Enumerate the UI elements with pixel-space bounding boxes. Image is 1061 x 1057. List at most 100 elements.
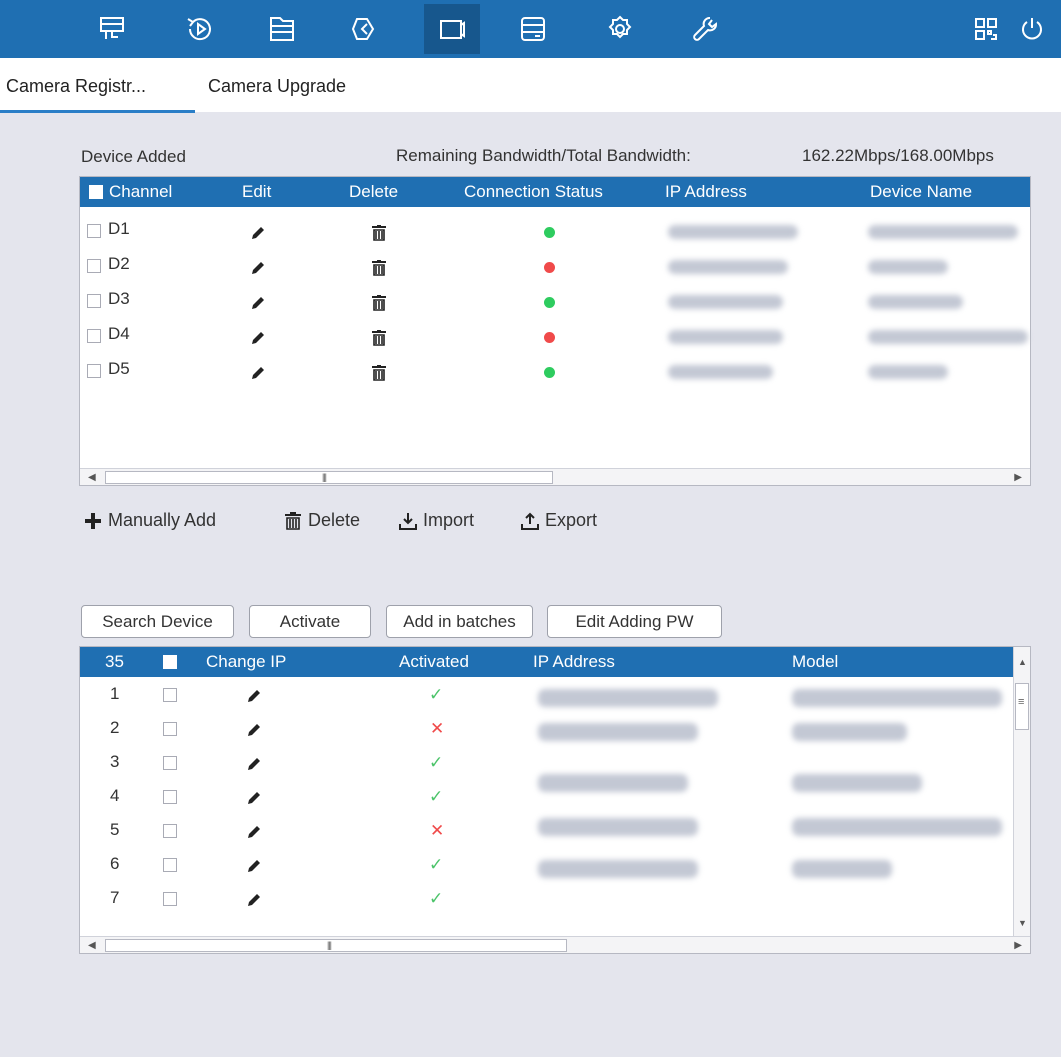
device-added-title: Device Added bbox=[81, 147, 186, 166]
power-icon[interactable] bbox=[1012, 9, 1052, 49]
change-ip-icon[interactable] bbox=[246, 688, 262, 704]
scroll-left-arrow-icon[interactable]: ◀ bbox=[88, 472, 96, 483]
change-ip-icon[interactable] bbox=[246, 858, 262, 874]
active-tab-indicator bbox=[0, 110, 195, 113]
row-checkbox[interactable] bbox=[163, 892, 177, 906]
status-offline-indicator bbox=[544, 332, 555, 343]
qr-code-icon[interactable] bbox=[966, 9, 1006, 49]
table-row[interactable]: 2 ✕ bbox=[80, 712, 1030, 746]
table-row[interactable]: D4 bbox=[80, 318, 1030, 353]
table-row[interactable]: D1 bbox=[80, 213, 1030, 248]
scrollbar-thumb[interactable]: ≡ bbox=[1015, 683, 1029, 730]
tab-camera-upgrade[interactable]: Camera Upgrade bbox=[208, 76, 346, 97]
scrollbar-thumb[interactable] bbox=[105, 939, 567, 952]
import-label: Import bbox=[423, 510, 475, 530]
back-icon[interactable] bbox=[345, 9, 385, 49]
table-row[interactable]: 6 ✓ bbox=[80, 848, 1030, 882]
delete-icon[interactable] bbox=[372, 225, 386, 241]
edit-icon[interactable] bbox=[250, 225, 266, 241]
playback-icon[interactable] bbox=[180, 9, 220, 49]
delete-icon[interactable] bbox=[372, 260, 386, 276]
row-index: 5 bbox=[110, 820, 120, 839]
edit-adding-pw-button[interactable]: Edit Adding PW bbox=[547, 605, 722, 638]
search-device-button[interactable]: Search Device bbox=[81, 605, 234, 638]
ip-address-blurred bbox=[538, 860, 698, 878]
change-ip-icon[interactable] bbox=[246, 824, 262, 840]
col-channel: Channel bbox=[109, 182, 173, 201]
scrollbar-thumb[interactable] bbox=[105, 471, 553, 484]
camera-icon[interactable] bbox=[424, 4, 480, 54]
row-checkbox[interactable] bbox=[87, 259, 101, 273]
device-name-blurred bbox=[868, 260, 948, 274]
col-delete: Delete bbox=[349, 182, 399, 201]
row-index: 4 bbox=[110, 786, 120, 805]
file-icon[interactable] bbox=[262, 9, 302, 49]
model-blurred bbox=[792, 723, 907, 741]
search-table-horizontal-scrollbar[interactable]: ◀ ||| ▶ bbox=[80, 936, 1030, 953]
import-button[interactable]: Import bbox=[399, 510, 474, 531]
live-view-icon[interactable] bbox=[92, 9, 132, 49]
storage-icon[interactable] bbox=[513, 9, 553, 49]
row-checkbox[interactable] bbox=[87, 329, 101, 343]
row-checkbox[interactable] bbox=[163, 756, 177, 770]
change-ip-icon[interactable] bbox=[246, 756, 262, 772]
row-checkbox[interactable] bbox=[163, 824, 177, 838]
row-checkbox[interactable] bbox=[87, 224, 101, 238]
row-checkbox[interactable] bbox=[163, 722, 177, 736]
row-checkbox[interactable] bbox=[87, 364, 101, 378]
activated-check-icon: ✓ bbox=[429, 855, 444, 874]
row-checkbox[interactable] bbox=[163, 790, 177, 804]
status-online-indicator bbox=[544, 227, 555, 238]
edit-icon[interactable] bbox=[250, 295, 266, 311]
channel-label: D5 bbox=[108, 359, 130, 378]
edit-icon[interactable] bbox=[250, 260, 266, 276]
settings-icon[interactable] bbox=[600, 9, 640, 49]
maintenance-icon[interactable] bbox=[686, 9, 726, 49]
activated-check-icon: ✓ bbox=[429, 889, 444, 908]
table-row[interactable]: D3 bbox=[80, 283, 1030, 318]
ip-address-blurred bbox=[668, 260, 788, 274]
table-row[interactable]: 5 ✕ bbox=[80, 814, 1030, 848]
channel-label: D2 bbox=[108, 254, 130, 273]
status-offline-indicator bbox=[544, 262, 555, 273]
edit-icon[interactable] bbox=[250, 330, 266, 346]
table-row[interactable]: 4 ✓ bbox=[80, 774, 1030, 814]
change-ip-icon[interactable] bbox=[246, 790, 262, 806]
search-table-vertical-scrollbar[interactable]: ▲ ≡ ▼ bbox=[1013, 647, 1030, 936]
table-row[interactable]: 7 ✓ bbox=[80, 882, 1030, 916]
scroll-up-arrow-icon[interactable]: ▲ bbox=[1018, 657, 1027, 667]
manually-add-label: Manually Add bbox=[108, 510, 217, 530]
change-ip-icon[interactable] bbox=[246, 722, 262, 738]
manually-add-button[interactable]: Manually Add bbox=[84, 510, 216, 531]
select-all-checkbox[interactable] bbox=[163, 655, 177, 669]
tab-camera-registration[interactable]: Camera Registr... bbox=[6, 76, 146, 97]
table-row[interactable]: D5 bbox=[80, 353, 1030, 388]
row-checkbox[interactable] bbox=[163, 858, 177, 872]
table-row[interactable]: 1 ✓ bbox=[80, 678, 1030, 712]
change-ip-icon[interactable] bbox=[246, 892, 262, 908]
delete-icon[interactable] bbox=[372, 330, 386, 346]
row-checkbox[interactable] bbox=[163, 688, 177, 702]
delete-button[interactable]: Delete bbox=[284, 510, 360, 531]
row-checkbox[interactable] bbox=[87, 294, 101, 308]
device-name-blurred bbox=[868, 295, 963, 309]
row-index: 1 bbox=[110, 684, 120, 703]
add-in-batches-button[interactable]: Add in batches bbox=[386, 605, 533, 638]
device-table-horizontal-scrollbar[interactable]: ◀ ||| ▶ bbox=[80, 468, 1030, 485]
delete-icon[interactable] bbox=[372, 295, 386, 311]
scroll-down-arrow-icon[interactable]: ▼ bbox=[1018, 918, 1027, 928]
ip-address-blurred bbox=[668, 330, 783, 344]
delete-icon[interactable] bbox=[372, 365, 386, 381]
scroll-right-arrow-icon[interactable]: ▶ bbox=[1014, 940, 1022, 951]
edit-icon[interactable] bbox=[250, 365, 266, 381]
scroll-left-arrow-icon[interactable]: ◀ bbox=[88, 940, 96, 951]
tab-bar: Camera Registr... Camera Upgrade bbox=[0, 58, 1061, 113]
ip-address-blurred bbox=[668, 365, 773, 379]
table-row[interactable]: D2 bbox=[80, 248, 1030, 283]
select-all-checkbox[interactable] bbox=[89, 185, 103, 199]
col-activated: Activated bbox=[399, 652, 469, 671]
trash-icon bbox=[285, 511, 301, 530]
export-button[interactable]: Export bbox=[521, 510, 597, 531]
activate-button[interactable]: Activate bbox=[249, 605, 371, 638]
scroll-right-arrow-icon[interactable]: ▶ bbox=[1014, 472, 1022, 483]
